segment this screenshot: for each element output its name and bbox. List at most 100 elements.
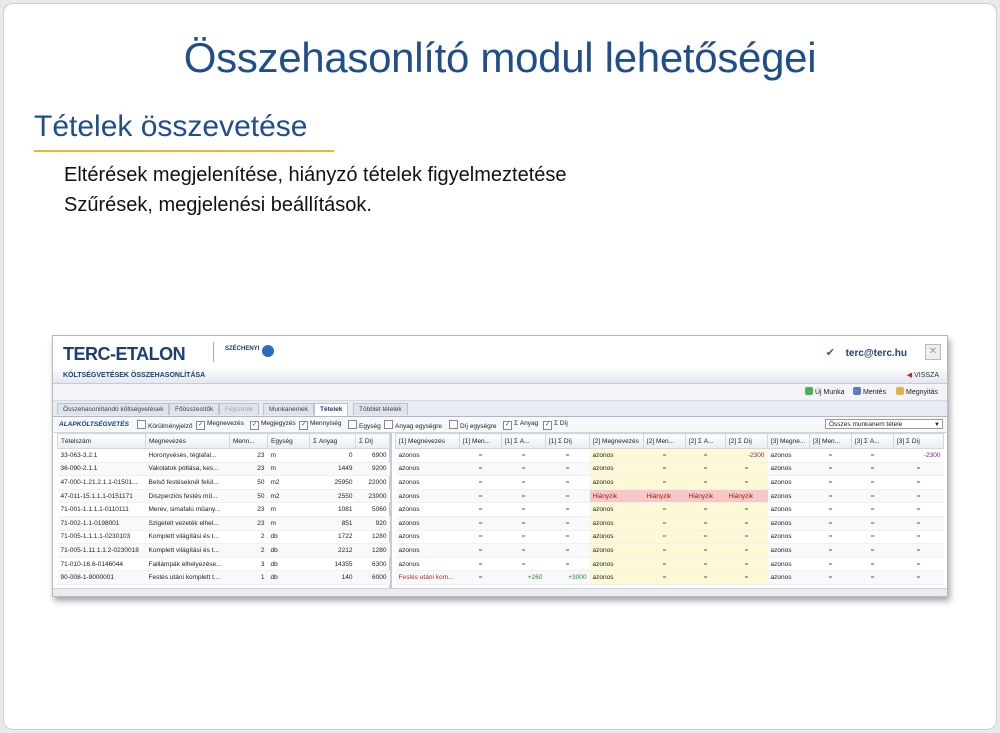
table-cell: azonos [589,570,644,585]
table-header-row: Tételszám Megnevezés Menn... Egység Σ An… [57,433,390,449]
column-header[interactable]: [1] Men... [459,433,502,449]
table-cell: = [643,570,686,585]
column-header[interactable]: [3] Σ Díj [893,433,944,449]
logo-divider [213,342,214,362]
bullet-text: Szűrések, megjelenési beállítások. [64,194,372,216]
filter-checkbox[interactable]: ✓ Σ Anyag [503,420,538,430]
save-button[interactable]: Mentés [853,387,886,396]
column-header[interactable]: [1] Σ A... [501,433,546,449]
table-cell: = [501,489,546,504]
table-cell: 71-005-1.1.1.1-0230103 [57,530,146,545]
filter-label: Megjegyzés [261,420,296,427]
table-row[interactable]: azonos = = = azonos = = = azonos = = = [395,557,944,572]
column-header[interactable]: [2] Men... [643,433,686,449]
table-row[interactable]: azonos = = = Hiányzik Hiányzik Hiányzik Hiányzi… [395,489,944,504]
table-cell: = [685,570,726,585]
filter-checkbox[interactable]: ✓ Megjegyzés [250,420,296,430]
filter-checkbox[interactable]: Körülményjelző [137,420,192,430]
table-row[interactable]: azonos = = = azonos = = = azonos = = = [395,516,944,531]
table-cell: Vakolatok pótlása, kes... [145,462,230,477]
tab-bar: Összehasonlítandó költségvetések Főössze… [53,401,947,417]
table-cell: = [809,502,852,517]
table-cell: = [725,502,768,517]
table-cell: = [893,530,944,545]
filter-label: Megnevezés [207,420,244,427]
table-cell: Hiányzik [685,489,726,504]
column-header[interactable]: [3] Men... [809,433,852,449]
table-row[interactable]: azonos = = = azonos = = = azonos = = = [395,543,944,558]
tab-main-summaries[interactable]: Főösszesítők [169,403,220,415]
table-row[interactable]: 36-090-2.1.1 Vakolatok pótlása, kes... 23 m… [57,462,390,477]
filter-checkbox[interactable]: Anyag egységre [384,420,442,430]
table-cell: Komplett világítási és t... [145,530,230,545]
tab-items[interactable]: Tételek [314,403,349,416]
column-header[interactable]: Egység [267,433,310,449]
table-cell: = [809,448,852,463]
column-header[interactable]: [1] Σ Díj [545,433,590,449]
table-row[interactable]: azonos = = = azonos = = = azonos = = = [395,475,944,490]
column-header[interactable]: Megnevezés [145,433,230,449]
table-row[interactable]: azonos = = = azonos = = = azonos = = = [395,462,944,477]
trade-filter-select[interactable]: Összes munkanem tétele ▼ [825,419,943,429]
table-cell: = [501,448,546,463]
column-header[interactable]: Σ Díj [355,433,390,449]
column-header[interactable]: [2] Megnevezés [589,433,644,449]
tab-trades[interactable]: Munkanemek [263,403,315,415]
column-header[interactable]: [2] Σ A... [685,433,726,449]
table-row[interactable]: 71-010-16.6-0146044 Falilámpák elhelyezés… [57,557,390,572]
filter-label: Mennyiség [310,420,342,427]
close-icon[interactable]: ✕ [925,344,941,360]
table-cell: = [725,475,768,490]
checkbox-checked-icon: ✓ [196,421,205,430]
open-button[interactable]: Megnyitás [896,387,938,396]
table-cell: = [893,557,944,572]
column-header[interactable]: [1] Megnevezés [395,433,460,449]
new-work-button[interactable]: Új Munka [805,387,845,396]
table-cell: = [459,475,502,490]
table-row[interactable]: azonos = = = azonos = = -2300 azonos = = -2300 [395,448,944,463]
tab-compared-budgets[interactable]: Összehasonlítandó költségvetések [57,403,170,415]
table-row[interactable]: azonos = = = azonos = = = azonos = = = [395,530,944,545]
table-cell: = [893,543,944,558]
tab-extra-items[interactable]: Többlet tételek [353,403,408,415]
table-cell: = [851,557,894,572]
column-header[interactable]: [3] Megne... [767,433,810,449]
column-header[interactable]: [3] Σ A... [851,433,894,449]
module-title-bar: KÖLTSÉGVETÉSEK ÖSSZEHASONLÍTÁSA ◀ VISSZA [53,369,947,384]
table-row[interactable]: 90-008-1-9000001 Festés utáni komplett t.… [57,570,390,585]
table-row[interactable]: 71-002-1.1-0198001 Szigetelt vezeték elhe… [57,516,390,531]
table-cell: 50 [229,489,268,504]
table-row[interactable]: 33-063-3.2.1 Horonyvésés, téglafal... 23 m 0… [57,448,390,463]
table-cell: = [685,475,726,490]
select-value: Összes munkanem tétele [829,421,903,428]
filter-checkbox[interactable]: ✓ Σ Díj [543,420,568,430]
column-header[interactable]: Menn... [229,433,268,449]
table-cell: azonos [589,543,644,558]
column-header[interactable]: [2] Σ Díj [725,433,768,449]
chevron-down-icon[interactable]: ✔ [826,346,835,359]
table-row[interactable]: 71-005-1.1.1.1-0230103 Komplett világítás… [57,530,390,545]
table-cell: 22000 [355,475,390,490]
table-cell: azonos [589,530,644,545]
column-header[interactable]: Σ Anyag [309,433,356,449]
table-cell: azonos [589,516,644,531]
filter-checkbox[interactable]: ✓ Mennyiség [299,420,341,430]
back-button[interactable]: ◀ VISSZA [907,371,939,379]
table-row[interactable]: 47-000-1.21.2.1.1-01501... Belső festések… [57,475,390,490]
table-cell: 2 [229,530,268,545]
filter-checkbox[interactable]: Díj egységre [449,420,497,430]
table-row[interactable]: Festés utáni kom... = +260 +3000 azonos = = = az… [395,570,944,585]
table-row[interactable]: 71-001-1.1.1.1-0110111 Merev, simafalú mű… [57,502,390,517]
toolbar: Új Munka Mentés Megnyitás [53,384,947,401]
table-row[interactable]: 47-011-15.1.1.1-0151171 Diszperziós festé… [57,489,390,504]
column-header[interactable]: Tételszám [57,433,146,449]
filter-checkbox[interactable]: Egység [348,420,381,430]
filter-label: Egység [359,423,381,430]
table-row[interactable]: azonos = = = azonos = = = azonos = = = [395,502,944,517]
table-cell: azonos [395,530,460,545]
filter-checkbox[interactable]: ✓ Megnevezés [196,420,244,430]
table-cell: m [267,502,310,517]
table-row[interactable]: 71-005-1.11.1.1.2-0230018 Komplett világí… [57,543,390,558]
bullet-text: Eltérések megjelenítése, hiányzó tételek… [64,164,567,186]
user-menu[interactable]: terc@terc.hu [846,348,907,359]
